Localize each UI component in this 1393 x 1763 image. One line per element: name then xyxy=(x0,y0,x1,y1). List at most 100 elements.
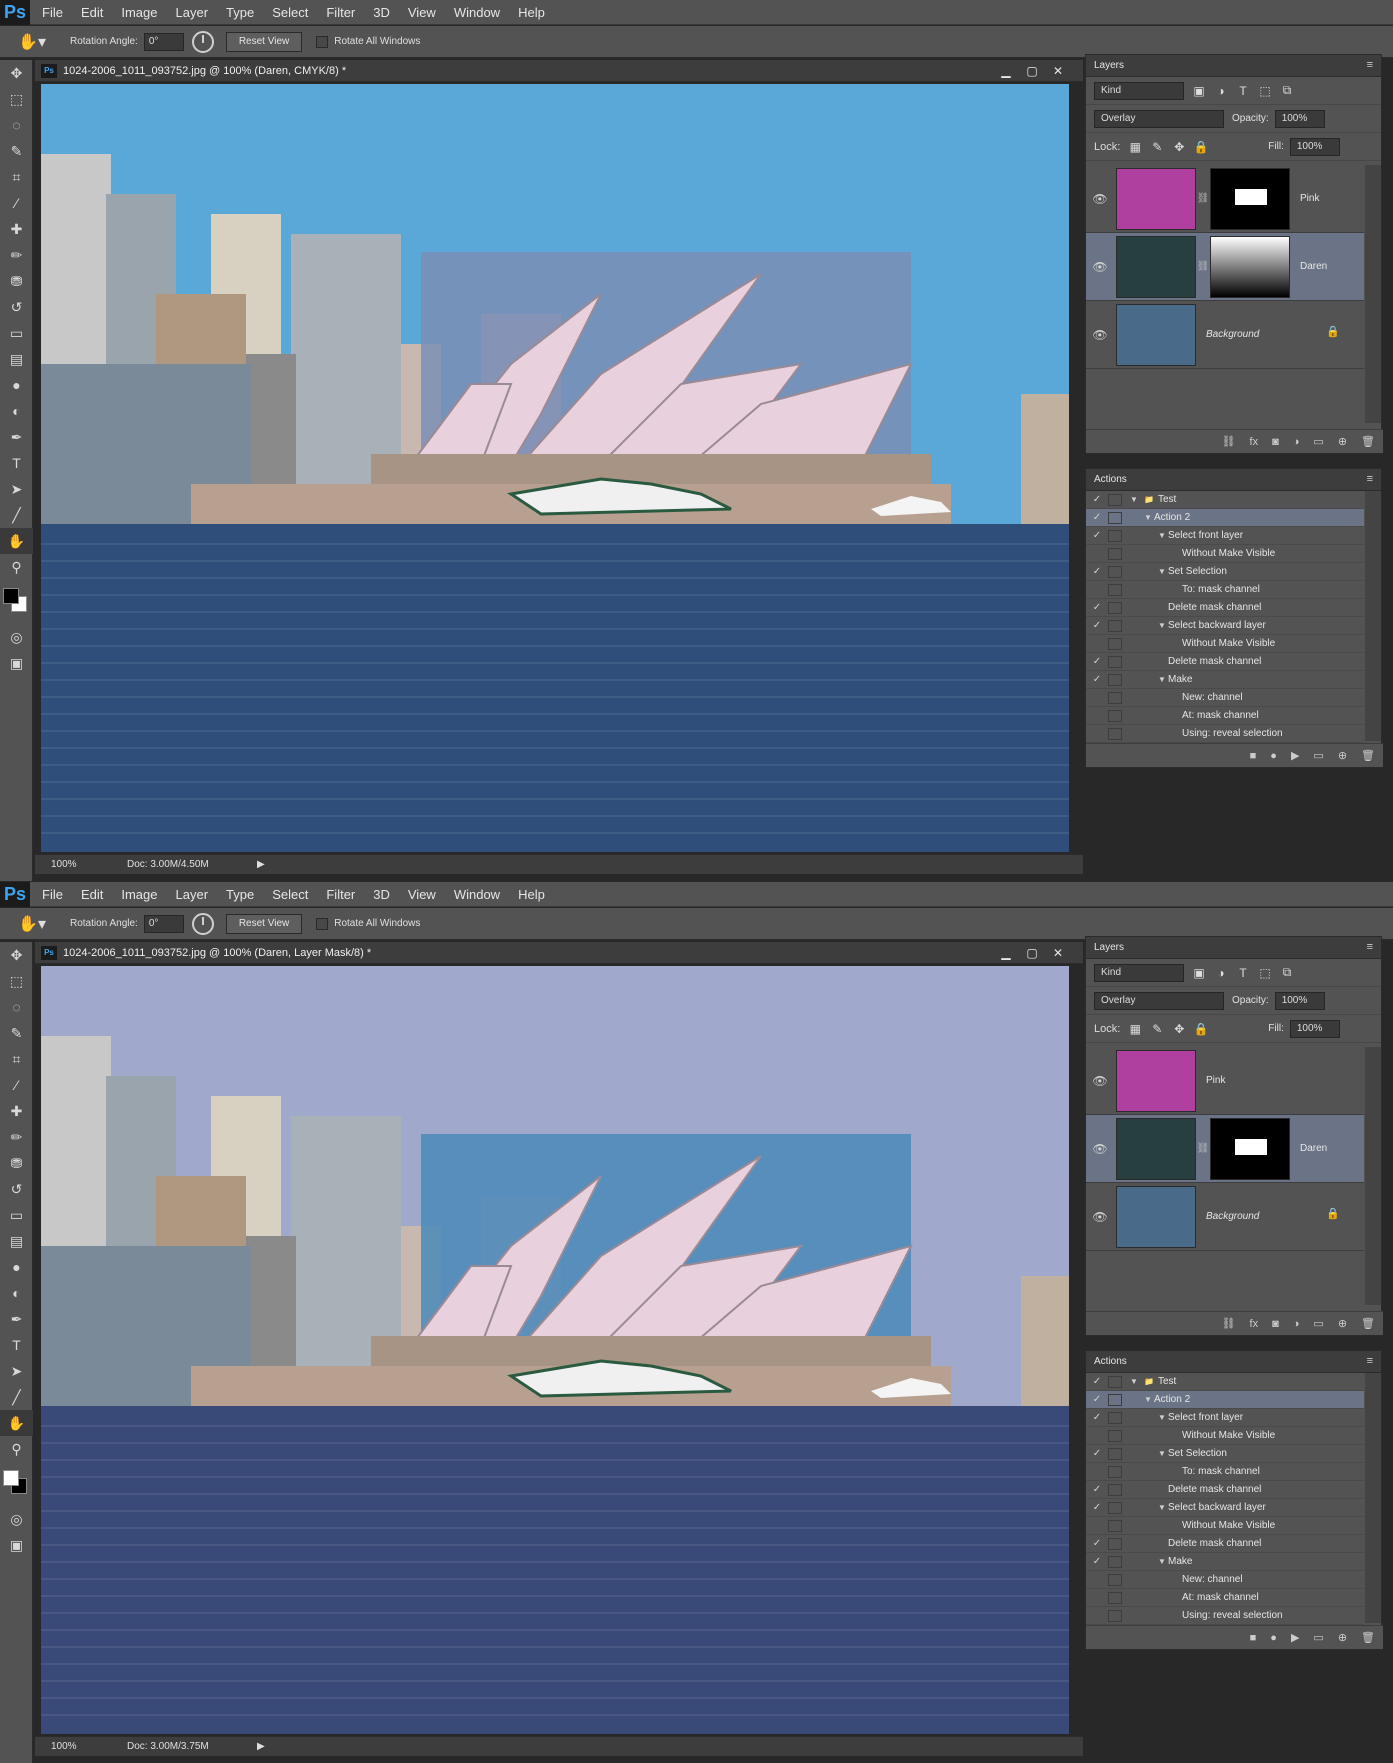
rotation-dial-icon[interactable] xyxy=(191,30,214,53)
new-group-icon[interactable]: ▭ xyxy=(1313,435,1323,448)
expand-triangle-icon[interactable]: ▼ xyxy=(1156,1449,1168,1458)
panel-menu-icon[interactable]: ≡ xyxy=(1367,59,1373,71)
rotate-view-preset-icon[interactable]: ✋▾ xyxy=(14,30,50,54)
mask-link-icon[interactable]: ⛓ xyxy=(1196,193,1210,204)
expand-triangle-icon[interactable]: ▼ xyxy=(1142,1395,1154,1404)
action-row[interactable]: ✓ ▼ Select front layer xyxy=(1086,527,1364,545)
menu-item-filter[interactable]: Filter xyxy=(326,5,355,20)
layers-scrollbar[interactable] xyxy=(1365,1047,1381,1305)
panel-menu-icon[interactable]: ≡ xyxy=(1367,473,1373,485)
panel-menu-icon[interactable]: ≡ xyxy=(1367,941,1373,953)
link-layers-icon[interactable]: ⛓ xyxy=(1222,1317,1236,1330)
move-tool-icon[interactable]: ✥ xyxy=(0,942,33,968)
rotation-dial-icon[interactable] xyxy=(191,912,214,935)
type-tool-icon[interactable]: T xyxy=(0,1332,33,1358)
action-row[interactable]: Using: reveal selection xyxy=(1086,1607,1364,1625)
quick-select-tool-icon[interactable]: ✎ xyxy=(0,1020,33,1046)
screen-mode-icon[interactable]: ▣ xyxy=(0,1532,33,1558)
new-group-icon[interactable]: ▭ xyxy=(1313,1317,1323,1330)
action-row[interactable]: New: channel xyxy=(1086,1571,1364,1589)
menu-item-filter[interactable]: Filter xyxy=(326,887,355,902)
healing-brush-tool-icon[interactable]: ✚ xyxy=(0,216,33,242)
fx-icon[interactable]: fx xyxy=(1250,436,1259,448)
rotation-angle-input[interactable]: 0° xyxy=(143,914,184,933)
quick-mask-icon[interactable]: ◎ xyxy=(0,1506,33,1532)
healing-brush-tool-icon[interactable]: ✚ xyxy=(0,1098,33,1124)
fill-input[interactable]: 100% xyxy=(1289,1019,1340,1038)
lock-all-icon[interactable]: 🔒 xyxy=(1194,1022,1209,1036)
expand-triangle-icon[interactable]: ▼ xyxy=(1156,1413,1168,1422)
lock-position-icon[interactable]: ✥ xyxy=(1172,140,1186,154)
expand-triangle-icon[interactable]: ▼ xyxy=(1156,1503,1168,1512)
expand-triangle-icon[interactable]: ▼ xyxy=(1142,513,1154,522)
menu-item-layer[interactable]: Layer xyxy=(176,887,209,902)
action-row[interactable]: ✓ ▼ Set Selection xyxy=(1086,1445,1364,1463)
type-tool-icon[interactable]: T xyxy=(0,450,33,476)
play-icon[interactable]: ▶ xyxy=(1291,749,1299,762)
expand-triangle-icon[interactable]: ▼ xyxy=(1156,675,1168,684)
eyedropper-tool-icon[interactable]: ⁄ xyxy=(0,1072,33,1098)
kind-filter-select[interactable]: Kind xyxy=(1094,963,1184,982)
maximize-icon[interactable]: ▢ xyxy=(1019,62,1045,80)
action-row[interactable]: Using: reveal selection xyxy=(1086,725,1364,743)
dialog-toggle-box[interactable] xyxy=(1108,1501,1122,1514)
maximize-icon[interactable]: ▢ xyxy=(1019,944,1045,962)
dialog-toggle-box[interactable] xyxy=(1108,529,1122,542)
checkmark-icon[interactable]: ✓ xyxy=(1086,566,1108,577)
checkmark-icon[interactable]: ✓ xyxy=(1086,1412,1108,1423)
action-row[interactable]: ✓ ▼ Select front layer xyxy=(1086,1409,1364,1427)
image-filter-icon[interactable]: ▣ xyxy=(1192,966,1206,980)
lock-pixels-icon[interactable]: ✎ xyxy=(1150,1022,1164,1036)
action-row[interactable]: ✓ ▼ Action 2 xyxy=(1086,1391,1364,1409)
action-row[interactable]: ✓ ▼ Select backward layer xyxy=(1086,1499,1364,1517)
action-row[interactable]: Without Make Visible xyxy=(1086,545,1364,563)
new-set-icon[interactable]: ▭ xyxy=(1313,1631,1323,1644)
layer-row[interactable]: 👁 Background 🔒 xyxy=(1086,1183,1364,1251)
eye-visibility-icon[interactable]: 👁 xyxy=(1086,1210,1114,1224)
dialog-toggle-box[interactable] xyxy=(1108,1375,1122,1388)
expand-triangle-icon[interactable]: ▼ xyxy=(1128,1377,1140,1386)
link-layers-icon[interactable]: ⛓ xyxy=(1222,435,1236,448)
checkmark-icon[interactable]: ✓ xyxy=(1086,1538,1108,1549)
checkmark-icon[interactable]: ✓ xyxy=(1086,1556,1108,1567)
shape-filter-icon[interactable]: ⬚ xyxy=(1258,966,1272,980)
opacity-input[interactable]: 100% xyxy=(1274,109,1325,128)
new-layer-icon[interactable]: ⊕ xyxy=(1338,435,1347,448)
mask-link-icon[interactable]: ⛓ xyxy=(1196,261,1210,272)
blend-mode-select[interactable]: Overlay xyxy=(1094,991,1224,1010)
record-icon[interactable]: ● xyxy=(1270,750,1277,762)
eraser-tool-icon[interactable]: ▭ xyxy=(0,320,33,346)
rotation-angle-input[interactable]: 0° xyxy=(143,32,184,51)
eye-visibility-icon[interactable]: 👁 xyxy=(1086,1142,1114,1156)
menu-item-select[interactable]: Select xyxy=(272,887,308,902)
foreground-color-swatch[interactable] xyxy=(3,588,19,604)
action-row[interactable]: ✓ ▼ Make xyxy=(1086,1553,1364,1571)
lock-all-icon[interactable]: 🔒 xyxy=(1194,140,1209,154)
eye-visibility-icon[interactable]: 👁 xyxy=(1086,260,1114,274)
close-icon[interactable]: ✕ xyxy=(1045,62,1071,80)
move-tool-icon[interactable]: ✥ xyxy=(0,60,33,86)
clone-stamp-tool-icon[interactable]: ⛃ xyxy=(0,1150,33,1176)
dialog-toggle-box[interactable] xyxy=(1108,1411,1122,1424)
checkmark-icon[interactable]: ✓ xyxy=(1086,620,1108,631)
stop-icon[interactable]: ■ xyxy=(1250,1632,1257,1644)
action-row[interactable]: ✓ ▼ Action 2 xyxy=(1086,509,1364,527)
expand-triangle-icon[interactable]: ▼ xyxy=(1156,1557,1168,1566)
pen-tool-icon[interactable]: ✒ xyxy=(0,424,33,450)
smart-object-filter-icon[interactable]: ⧉ xyxy=(1280,83,1294,98)
dialog-toggle-box[interactable] xyxy=(1108,1573,1122,1586)
adjustment-filter-icon[interactable]: ◑ xyxy=(1214,84,1228,98)
eye-visibility-icon[interactable]: 👁 xyxy=(1086,1074,1114,1088)
action-row[interactable]: ✓ ▼ 📁 Test xyxy=(1086,491,1364,509)
blur-tool-icon[interactable]: ● xyxy=(0,372,33,398)
layer-row[interactable]: 👁 ⛓ Daren xyxy=(1086,1115,1364,1183)
new-action-icon[interactable]: ⊕ xyxy=(1338,749,1347,762)
add-mask-icon[interactable]: ◙ xyxy=(1272,1318,1279,1330)
menu-item-view[interactable]: View xyxy=(408,5,436,20)
action-row[interactable]: To: mask channel xyxy=(1086,581,1364,599)
rotate-view-preset-icon[interactable]: ✋▾ xyxy=(14,912,50,936)
brush-tool-icon[interactable]: ✏ xyxy=(0,242,33,268)
dialog-toggle-box[interactable] xyxy=(1108,1465,1122,1478)
expand-triangle-icon[interactable]: ▼ xyxy=(1156,531,1168,540)
pen-tool-icon[interactable]: ✒ xyxy=(0,1306,33,1332)
